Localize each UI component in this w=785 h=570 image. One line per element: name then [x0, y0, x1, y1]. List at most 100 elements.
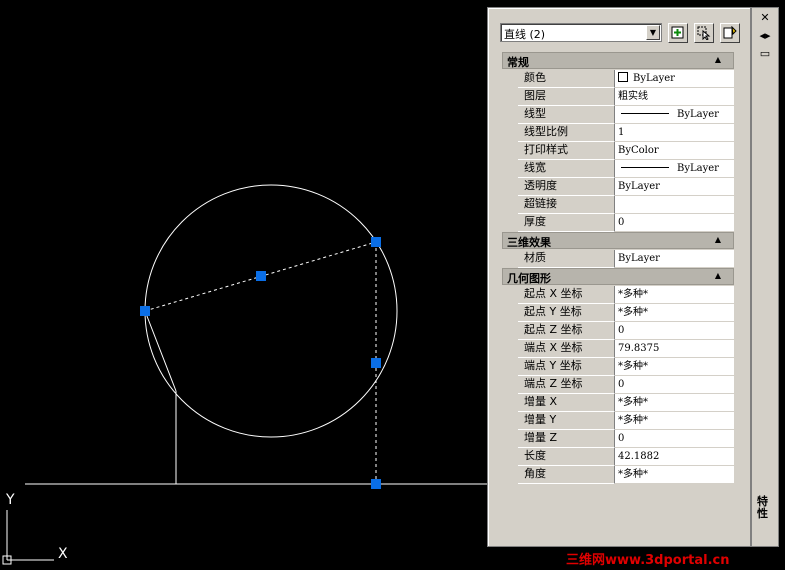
property-value[interactable]: *多种*: [615, 394, 734, 412]
ucs-y-label: Y: [5, 492, 15, 508]
category-header[interactable]: 三维效果 ▲: [502, 232, 734, 249]
category-header[interactable]: 常规 ▲: [502, 52, 734, 69]
color-swatch-icon: [618, 72, 628, 82]
property-row[interactable]: 图层 粗实线: [502, 88, 734, 106]
property-label: 超链接: [518, 196, 615, 214]
property-value-text: 0: [618, 379, 625, 390]
property-row[interactable]: 角度 *多种*: [502, 466, 734, 484]
property-row[interactable]: 端点 X 坐标 79.8375: [502, 340, 734, 358]
autohide-icon[interactable]: ◂▸: [758, 30, 772, 42]
property-row[interactable]: 线宽 ByLayer: [502, 160, 734, 178]
property-label: 厚度: [518, 214, 615, 232]
property-value-text: 0: [618, 217, 625, 228]
property-value[interactable]: ByColor: [615, 142, 734, 160]
property-value-text: *多种*: [618, 289, 648, 300]
property-row[interactable]: 增量 Z0: [502, 430, 734, 448]
property-row[interactable]: 厚度 0: [502, 214, 734, 232]
property-value[interactable]: [615, 196, 734, 214]
property-value[interactable]: *多种*: [615, 286, 734, 304]
pickadd-icon: [671, 26, 684, 39]
property-label: 打印样式: [518, 142, 615, 160]
object-type-value: 直线 (2): [504, 28, 546, 41]
property-row[interactable]: 透明度 ByLayer: [502, 178, 734, 196]
property-label: 图层: [518, 88, 615, 106]
close-icon[interactable]: ✕: [758, 12, 772, 24]
property-value[interactable]: ByLayer: [615, 106, 734, 124]
dropdown-arrow-icon[interactable]: ▼: [646, 25, 660, 40]
ucs-x-label: X: [58, 546, 68, 562]
category-header[interactable]: 几何图形 ▲: [502, 268, 734, 285]
property-value[interactable]: 0: [615, 430, 734, 448]
grip-end-1[interactable]: [371, 237, 381, 247]
property-row[interactable]: 打印样式 ByColor: [502, 142, 734, 160]
property-value-text: *多种*: [618, 397, 648, 408]
object-type-select[interactable]: 直线 (2) ▼: [500, 23, 662, 42]
category-title: 三维效果: [507, 236, 551, 249]
palette-title: 特性: [757, 495, 768, 520]
grip-end-2[interactable]: [371, 479, 381, 489]
property-value-text: *多种*: [618, 469, 648, 480]
property-value[interactable]: 42.1882: [615, 448, 734, 466]
property-row[interactable]: 增量 X *多种*: [502, 394, 734, 412]
property-value[interactable]: ByLayer: [615, 70, 734, 88]
category-title: 几何图形: [507, 272, 551, 285]
property-value[interactable]: *多种*: [615, 466, 734, 484]
property-label: 长度: [518, 448, 615, 466]
grip-start-1[interactable]: [140, 306, 150, 316]
property-label: 线型: [518, 106, 615, 124]
property-value[interactable]: 0: [615, 214, 734, 232]
property-row[interactable]: 增量 Y *多种*: [502, 412, 734, 430]
property-value-text: 42.1882: [618, 451, 660, 462]
property-label: 角度: [518, 466, 615, 484]
property-label: 线型比例: [518, 124, 615, 142]
linetype-sample-icon: [621, 113, 669, 114]
property-value-text: 79.8375: [618, 343, 660, 354]
property-label: 颜色: [518, 70, 615, 88]
collapse-arrow-icon[interactable]: ▲: [715, 55, 721, 64]
select-objects-button[interactable]: [694, 23, 714, 43]
property-row[interactable]: 材质 ByLayer: [502, 250, 734, 268]
property-value[interactable]: 粗实线: [615, 88, 734, 106]
property-value-text: *多种*: [618, 415, 648, 426]
property-row[interactable]: 线型 ByLayer: [502, 106, 734, 124]
collapse-arrow-icon[interactable]: ▲: [715, 235, 721, 244]
property-value[interactable]: *多种*: [615, 358, 734, 376]
property-value[interactable]: ByLayer: [615, 160, 734, 178]
select-objects-icon: [697, 26, 711, 40]
property-value-text: ByLayer: [677, 163, 719, 174]
property-value-text: 粗实线: [618, 91, 648, 102]
grip-mid-1[interactable]: [256, 271, 266, 281]
collapse-arrow-icon[interactable]: ▲: [715, 271, 721, 280]
quick-select-button[interactable]: [720, 23, 740, 43]
property-value[interactable]: ByLayer: [615, 178, 734, 196]
property-row[interactable]: 起点 X 坐标 *多种*: [502, 286, 734, 304]
property-label: 透明度: [518, 178, 615, 196]
property-row[interactable]: 超链接: [502, 196, 734, 214]
properties-menu-icon[interactable]: ▭: [758, 48, 772, 60]
property-label: 端点 X 坐标: [518, 340, 615, 358]
property-row[interactable]: 起点 Z 坐标 0: [502, 322, 734, 340]
property-row[interactable]: 颜色 ByLayer: [502, 70, 734, 88]
property-value-text: 1: [618, 127, 625, 138]
property-row[interactable]: 端点 Z 坐标 0: [502, 376, 734, 394]
toggle-pickadd-button[interactable]: [668, 23, 688, 43]
property-value[interactable]: *多种*: [615, 412, 734, 430]
property-label: 材质: [518, 250, 615, 268]
property-value[interactable]: ByLayer: [615, 250, 734, 268]
property-value[interactable]: 79.8375: [615, 340, 734, 358]
property-value[interactable]: *多种*: [615, 304, 734, 322]
circle-entity[interactable]: [144, 184, 398, 438]
property-row[interactable]: 线型比例 1: [502, 124, 734, 142]
property-value[interactable]: 0: [615, 322, 734, 340]
property-value-text: ByColor: [618, 145, 659, 156]
property-row[interactable]: 端点 Y 坐标 *多种*: [502, 358, 734, 376]
grip-mid-2[interactable]: [371, 358, 381, 368]
linetype-sample-icon: [621, 167, 669, 168]
tangent-line[interactable]: [144, 310, 177, 392]
property-row[interactable]: 起点 Y 坐标 *多种*: [502, 304, 734, 322]
property-value-text: *多种*: [618, 361, 648, 372]
property-value[interactable]: 0: [615, 376, 734, 394]
property-value[interactable]: 1: [615, 124, 734, 142]
property-row[interactable]: 长度 42.1882: [502, 448, 734, 466]
property-label: 线宽: [518, 160, 615, 178]
